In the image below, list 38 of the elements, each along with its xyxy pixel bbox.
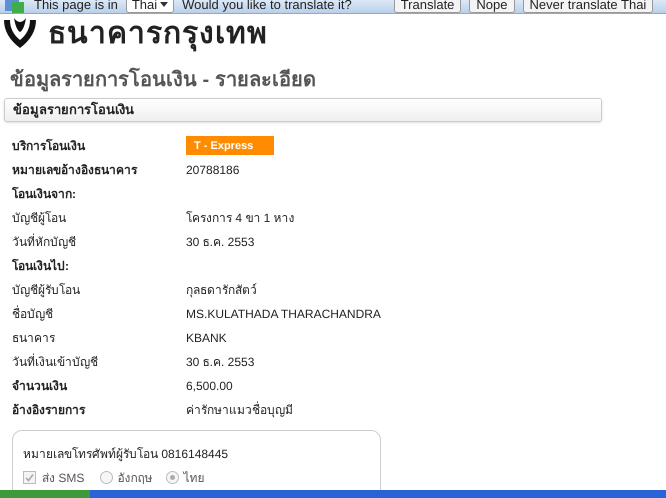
translate-bar-button[interactable]: Nope [469, 0, 514, 14]
section-label: โอนเงินจาก: [12, 186, 76, 203]
field-value: 6,500.00 [186, 378, 233, 395]
language-radio[interactable]: ไทย [166, 468, 204, 487]
field-label: บัญชีผู้โอน [12, 210, 67, 227]
field-value: ค่ารักษาแมวชื่อบุญมี [186, 400, 293, 419]
checkmark-icon [25, 473, 34, 482]
field-label: หมายเลขอ้างอิงธนาคาร [12, 162, 138, 179]
language-dropdown[interactable]: Thai [126, 0, 174, 14]
field-value: 30 ธ.ค. 2553 [186, 234, 254, 251]
field-label: วันที่หักบัญชี [12, 232, 77, 251]
field-label: บริการโอนเงิน [12, 138, 86, 155]
translate-icon [4, 0, 26, 14]
field-value: MS.KULATHADA THARACHANDRA [186, 306, 381, 323]
section-header: ข้อมูลรายการโอนเงิน [4, 98, 602, 122]
language-radio[interactable]: อังกฤษ [100, 468, 152, 487]
section-label: โอนเงินไป: [12, 258, 69, 275]
translate-bar-button[interactable]: Never translate Thai [522, 0, 654, 14]
field-label: วันที่เงินเข้าบัญชี [12, 352, 99, 371]
field-value: กุลธดารักสัตว์ [186, 282, 257, 299]
field-label: ชื่อบัญชี [12, 304, 54, 323]
translate-message: This page is in [34, 0, 118, 12]
field-label: จำนวนเงิน [12, 378, 68, 395]
translate-question: Would you like to translate it? [182, 0, 352, 12]
field-value: โครงการ 4 ขา 1 หาง [186, 210, 295, 227]
bank-logo-name: ธนาคารกรุงเทพ [48, 18, 268, 50]
field-label: ธนาคาร [12, 330, 56, 347]
field-value: 20788186 [186, 162, 240, 179]
field-label: บัญชีผู้รับโอน [12, 282, 81, 299]
logo-icon [2, 16, 38, 50]
field-value: 30 ธ.ค. 2553 [186, 354, 254, 371]
translate-bar-button[interactable]: Translate [394, 0, 462, 14]
field-label: อ้างอิงรายการ [12, 402, 86, 419]
phone-number-text: หมายเลขโทรศัพท์ผู้รับโอน 0816148445 [23, 446, 230, 463]
service-badge: T - Express [186, 136, 274, 156]
caret-icon [160, 2, 168, 8]
field-value: KBANK [186, 330, 227, 347]
page-title: ข้อมูลรายการโอนเงิน - รายละเอียด [10, 68, 317, 92]
